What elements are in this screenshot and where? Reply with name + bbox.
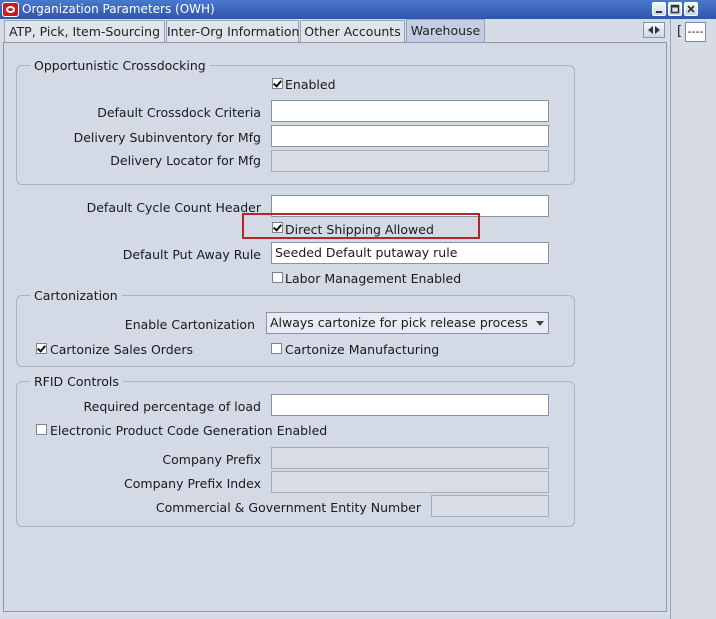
put-away-rule-label: Default Put Away Rule: [122, 247, 261, 262]
put-away-rule-field[interactable]: Seeded Default putaway rule: [271, 242, 549, 264]
oracle-logo-icon: [2, 2, 19, 17]
minimize-button[interactable]: [652, 2, 666, 16]
delivery-locator-label: Delivery Locator for Mfg: [110, 153, 261, 168]
crossdock-enabled-checkbox[interactable]: [272, 78, 283, 89]
cycle-count-header-label: Default Cycle Count Header: [86, 200, 261, 215]
company-prefix-field: [271, 447, 549, 469]
arrow-left-icon[interactable]: [648, 26, 653, 34]
epc-generation-checkbox[interactable]: [36, 424, 47, 435]
required-percentage-label: Required percentage of load: [83, 399, 261, 414]
side-panel-divider: [670, 19, 671, 619]
cartonize-manufacturing-checkbox[interactable]: [271, 343, 282, 354]
cage-number-field: [431, 495, 549, 517]
tab-atp-pick-item-sourcing[interactable]: ATP, Pick, Item-Sourcing: [4, 20, 165, 42]
rfid-controls-group-title: RFID Controls: [30, 374, 123, 389]
direct-shipping-label: Direct Shipping Allowed: [285, 222, 434, 237]
cartonize-sales-orders-checkbox[interactable]: [36, 343, 47, 354]
default-crossdock-criteria-label: Default Crossdock Criteria: [97, 105, 261, 120]
delivery-locator-field: [271, 150, 549, 172]
close-button[interactable]: [684, 2, 698, 16]
enable-cartonization-select[interactable]: Always cartonize for pick release proces…: [266, 312, 549, 334]
arrow-right-icon[interactable]: [655, 26, 660, 34]
cartonize-sales-orders-label: Cartonize Sales Orders: [50, 342, 193, 357]
cartonize-manufacturing-label: Cartonize Manufacturing: [285, 342, 440, 357]
tab-warehouse[interactable]: Warehouse: [406, 19, 485, 43]
window-title: Organization Parameters (OWH): [22, 2, 215, 16]
tab-scroll-buttons[interactable]: [643, 22, 665, 38]
cartonization-group-title: Cartonization: [30, 288, 122, 303]
required-percentage-field[interactable]: [271, 394, 549, 416]
company-prefix-index-label: Company Prefix Index: [124, 476, 261, 491]
default-crossdock-criteria-field[interactable]: [271, 100, 549, 122]
epc-generation-label: Electronic Product Code Generation Enabl…: [50, 423, 328, 438]
crossdock-enabled-label: Enabled: [285, 77, 336, 92]
maximize-button[interactable]: [668, 2, 682, 16]
direct-shipping-checkbox[interactable]: [272, 222, 283, 233]
tab-other-accounts[interactable]: Other Accounts: [300, 20, 405, 42]
labor-management-label: Labor Management Enabled: [285, 271, 462, 286]
crossdocking-group-title: Opportunistic Crossdocking: [30, 58, 210, 73]
enable-cartonization-label: Enable Cartonization: [124, 317, 255, 332]
labor-management-checkbox[interactable]: [272, 272, 283, 283]
close-icon: [687, 5, 695, 13]
side-panel-bracket: [: [677, 24, 683, 39]
side-panel-field[interactable]: ----: [685, 22, 706, 42]
delivery-subinventory-field[interactable]: [271, 125, 549, 147]
minimize-icon: [656, 11, 662, 13]
maximize-icon: [670, 4, 680, 14]
company-prefix-index-field: [271, 471, 549, 493]
cage-number-label: Commercial & Government Entity Number: [155, 500, 421, 515]
enable-cartonization-value: Always cartonize for pick release proces…: [270, 315, 528, 330]
company-prefix-label: Company Prefix: [162, 452, 261, 467]
tab-inter-org-information[interactable]: Inter-Org Information: [166, 20, 299, 42]
chevron-down-icon[interactable]: [536, 321, 544, 326]
delivery-subinventory-label: Delivery Subinventory for Mfg: [73, 130, 261, 145]
